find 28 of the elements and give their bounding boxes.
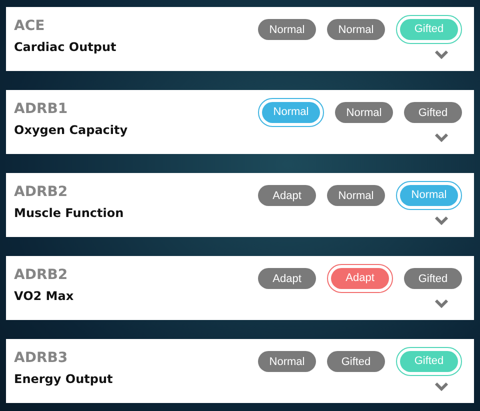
result-pill[interactable]: Gifted <box>404 102 462 123</box>
gene-name: ADRB3 <box>14 350 69 366</box>
chevron-down-icon[interactable] <box>435 216 448 225</box>
result-pill[interactable]: Normal <box>327 19 385 40</box>
result-pill[interactable]: Adapt <box>258 268 316 289</box>
result-pill[interactable]: Normal <box>258 351 316 372</box>
gene-name: ACE <box>14 18 46 34</box>
result-pill[interactable]: Gifted <box>404 268 462 289</box>
gene-name: ADRB1 <box>14 101 69 117</box>
result-pill[interactable]: Normal <box>327 185 385 206</box>
result-pill[interactable]: Adapt <box>258 185 316 206</box>
result-pill[interactable]: Gifted <box>327 351 385 372</box>
trait-name: Oxygen Capacity <box>14 123 128 137</box>
result-pill[interactable]: Normal <box>258 98 324 127</box>
result-pill[interactable]: Normal <box>396 181 462 210</box>
gene-name: ADRB2 <box>14 184 69 200</box>
trait-name: Muscle Function <box>14 206 124 220</box>
gene-name: ADRB2 <box>14 267 69 283</box>
chevron-down-icon[interactable] <box>435 50 448 59</box>
chevron-down-icon[interactable] <box>435 382 448 391</box>
chevron-down-icon[interactable] <box>435 133 448 142</box>
trait-name: Energy Output <box>14 372 113 386</box>
result-pill[interactable]: Normal <box>258 19 316 40</box>
trait-name: VO2 Max <box>14 289 74 303</box>
chevron-down-icon[interactable] <box>435 299 448 308</box>
trait-name: Cardiac Output <box>14 40 116 54</box>
result-pill[interactable]: Normal <box>335 102 393 123</box>
result-pill[interactable]: Adapt <box>327 264 393 293</box>
